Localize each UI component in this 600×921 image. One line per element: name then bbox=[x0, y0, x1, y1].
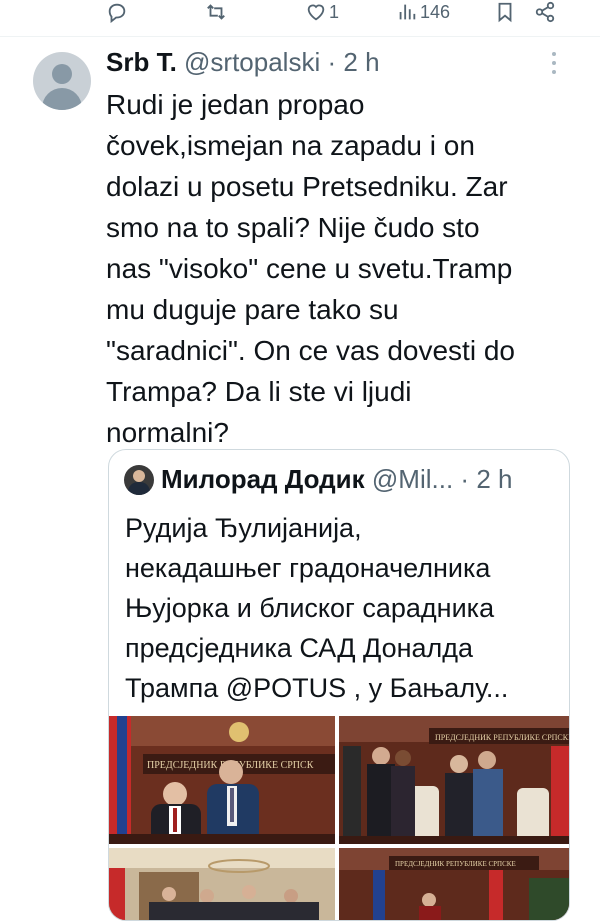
share-button[interactable] bbox=[534, 0, 556, 24]
tweet-text-line: "saradnici". On ce vas dovesti do bbox=[106, 335, 515, 366]
author-handle[interactable]: @srtopalski bbox=[184, 47, 320, 77]
avatar[interactable] bbox=[33, 52, 91, 110]
quoted-text-line: Рудија Ђулијанија, bbox=[125, 513, 362, 543]
views-count: 146 bbox=[420, 1, 451, 22]
views-icon bbox=[399, 4, 416, 20]
reply-button[interactable] bbox=[106, 0, 128, 24]
tweet-text-line: normalni? bbox=[106, 417, 229, 448]
photo-4[interactable]: ПРЕДСЈЕДНИК РЕПУБЛИКЕ СРПСКЕ bbox=[339, 848, 569, 920]
quoted-timestamp[interactable]: 2 h bbox=[476, 464, 512, 494]
previous-tweet-action-bar: 1 146 bbox=[0, 0, 600, 28]
photo-2-sign: ПРЕДСЈЕДНИК РЕПУБЛИКЕ СРПСКЕ bbox=[435, 733, 569, 742]
tweet-text-line: Trampa? Da li ste vi ljudi bbox=[106, 376, 412, 407]
photo-1[interactable]: ПРЕДСЈЕДНИК РЕПУБЛИКЕ СРПСК bbox=[109, 716, 335, 844]
separator: · bbox=[327, 47, 337, 77]
views-button[interactable]: 146 bbox=[396, 0, 450, 24]
quoted-text-line: предсједника САД Доналда bbox=[125, 633, 474, 663]
photo-4-sign: ПРЕДСЈЕДНИК РЕПУБЛИКЕ СРПСКЕ bbox=[395, 860, 516, 868]
bookmark-button[interactable] bbox=[494, 0, 516, 24]
timestamp[interactable]: 2 h bbox=[343, 47, 379, 77]
tweet-text-line: nas "visoko" cene u svetu.Tramp bbox=[106, 253, 513, 284]
photo-2[interactable]: ПРЕДСЈЕДНИК РЕПУБЛИКЕ СРПСКЕ bbox=[339, 716, 569, 844]
quoted-text-line: некадашњег градоначелника bbox=[125, 553, 491, 583]
quoted-handle[interactable]: @Mil... bbox=[372, 464, 453, 494]
tweet-text-line: Rudi je jedan propao bbox=[106, 89, 365, 120]
tweet-text-line: smo na to spali? Nije čudo sto bbox=[106, 212, 480, 243]
tweet-text-line: mu duguje pare tako su bbox=[106, 294, 399, 325]
quoted-author-name[interactable]: Милорад Додик bbox=[161, 464, 365, 494]
quoted-text-line: Трампа @POTUS , у Бањалу... bbox=[125, 673, 509, 703]
heart-icon bbox=[307, 4, 325, 21]
bookmark-icon bbox=[498, 2, 512, 23]
tweet-text-line: dolazi u posetu Pretsedniku. Zar bbox=[106, 171, 508, 202]
more-options-icon[interactable] bbox=[548, 52, 560, 78]
retweet-icon bbox=[207, 4, 225, 20]
reply-icon bbox=[108, 3, 126, 23]
separator: · bbox=[460, 464, 470, 494]
author-name[interactable]: Srb T. bbox=[106, 47, 177, 77]
tweet-text: Rudi je jedan propao čovek,ismejan na za… bbox=[106, 84, 586, 453]
quoted-tweet-card[interactable]: Милорад Додик @Mil... · 2 h Рудија Ђулиј… bbox=[108, 449, 570, 921]
share-icon bbox=[535, 1, 555, 23]
quoted-avatar[interactable] bbox=[124, 465, 154, 495]
quoted-text-line: Њујорка и блиског сарадника bbox=[125, 593, 495, 623]
like-button[interactable]: 1 bbox=[305, 0, 339, 24]
photo-3[interactable] bbox=[109, 848, 335, 920]
quoted-text: Рудија Ђулијанија, некадашњег градоначел… bbox=[125, 508, 565, 708]
divider bbox=[0, 36, 600, 37]
quoted-header: Милорад Додик @Mil... · 2 h bbox=[161, 462, 512, 496]
tweet-header: Srb T. @srtopalski · 2 h bbox=[106, 46, 380, 78]
like-count: 1 bbox=[329, 1, 340, 22]
retweet-button[interactable] bbox=[205, 0, 227, 24]
tweet-text-line: čovek,ismejan na zapadu i on bbox=[106, 130, 475, 161]
